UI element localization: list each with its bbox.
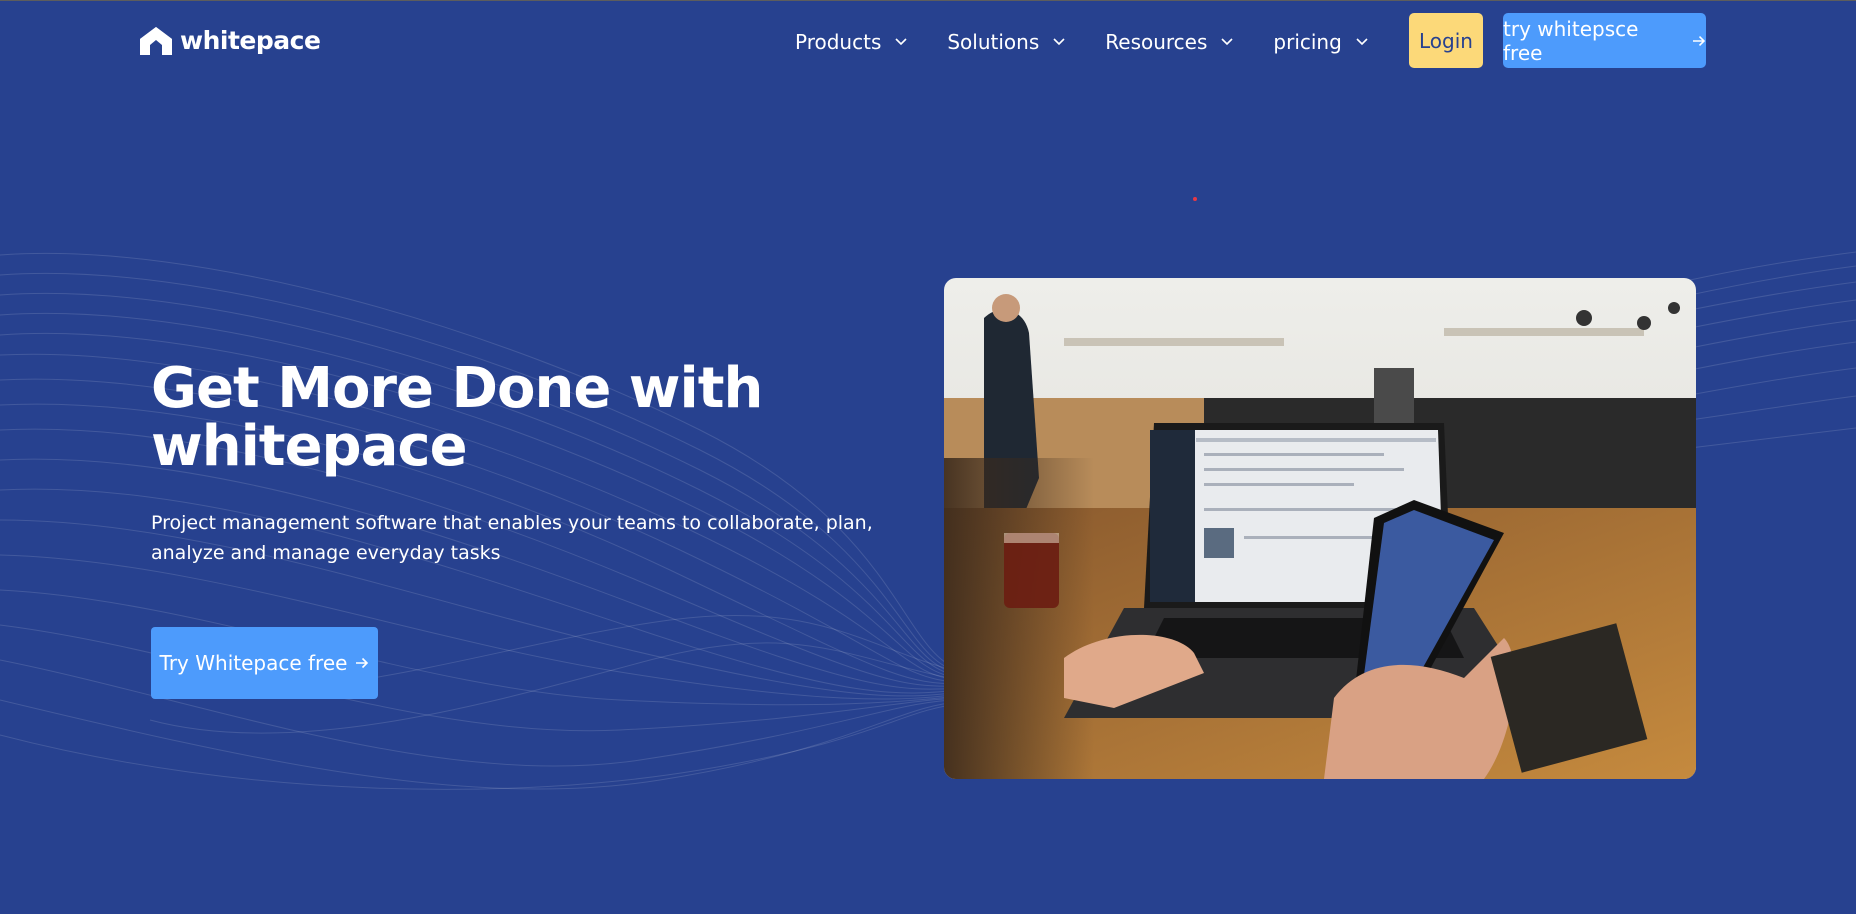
- chevron-down-icon: [1053, 38, 1065, 46]
- nav-item-label: Solutions: [947, 30, 1040, 54]
- login-button-label: Login: [1419, 28, 1473, 53]
- main-nav: Products Solutions Resources pricing: [795, 26, 1408, 58]
- hero-photo: [944, 278, 1696, 779]
- chevron-down-icon: [1356, 38, 1368, 46]
- site-header: whitepace Products Solutions Resources p…: [0, 0, 1856, 84]
- try-free-header-button[interactable]: try whitepsce free: [1503, 13, 1706, 68]
- hero-subtitle: Project management software that enables…: [151, 512, 873, 564]
- brand-name: whitepace: [180, 26, 321, 55]
- arrow-right-icon: [1693, 35, 1706, 46]
- logo[interactable]: whitepace: [140, 26, 321, 55]
- try-free-header-label: try whitepsce free: [1503, 16, 1639, 65]
- chevron-down-icon: [895, 38, 907, 46]
- nav-item-label: pricing: [1273, 30, 1342, 54]
- nav-item-products[interactable]: Products: [795, 26, 907, 58]
- arrow-right-icon: [356, 657, 369, 669]
- login-button[interactable]: Login: [1409, 13, 1483, 68]
- hero-title: Get More Done with whitepace: [151, 356, 763, 479]
- laptop-phone-cafe-image: [944, 278, 1696, 779]
- nav-item-solutions[interactable]: Solutions: [947, 26, 1065, 58]
- try-free-hero-label: Try Whitepace free: [159, 651, 348, 675]
- chevron-down-icon: [1221, 38, 1233, 46]
- decorative-dot: [1193, 197, 1197, 201]
- nav-item-label: Resources: [1105, 30, 1208, 54]
- nav-item-pricing[interactable]: pricing: [1273, 26, 1368, 58]
- nav-item-label: Products: [795, 30, 882, 54]
- nav-item-resources[interactable]: Resources: [1105, 26, 1233, 58]
- try-free-hero-button[interactable]: Try Whitepace free: [151, 627, 378, 699]
- house-chevron-logo-icon: [140, 26, 172, 55]
